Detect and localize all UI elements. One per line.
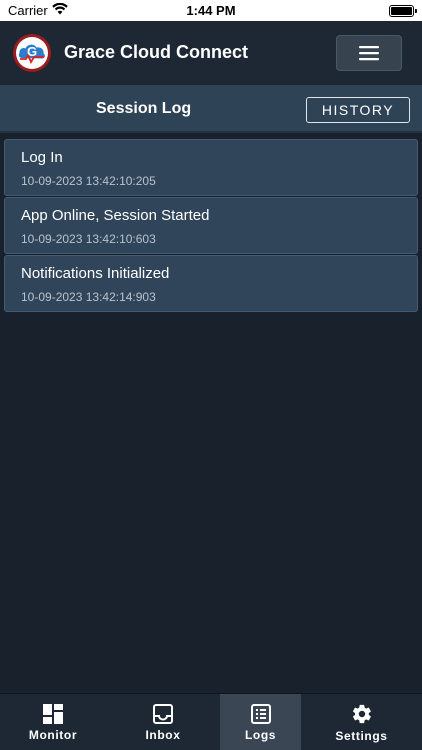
- log-list: Log In 10-09-2023 13:42:10:205 App Onlin…: [4, 139, 418, 313]
- cloud-logo-icon: G: [13, 34, 51, 72]
- tab-label-inbox: Inbox: [145, 727, 181, 742]
- session-log-header: Session Log HISTORY: [0, 85, 422, 133]
- logo-letter: G: [27, 44, 37, 59]
- gear-icon: [352, 704, 371, 723]
- log-title: Log In: [21, 149, 63, 166]
- app-logo: G: [12, 33, 52, 73]
- log-title: App Online, Session Started: [21, 207, 210, 224]
- tab-settings[interactable]: Settings: [301, 694, 422, 750]
- log-entry[interactable]: Log In 10-09-2023 13:42:10:205: [4, 139, 418, 196]
- app-header: G Grace Cloud Connect: [0, 21, 422, 85]
- status-bar: Carrier 1:44 PM: [0, 0, 422, 21]
- logs-icon: [250, 703, 271, 724]
- page-title: Session Log: [96, 100, 192, 117]
- log-timestamp: 10-09-2023 13:42:10:205: [21, 174, 156, 188]
- tab-label-logs: Logs: [244, 727, 277, 742]
- battery-icon: [389, 5, 417, 17]
- tab-label-settings: Settings: [335, 728, 388, 743]
- hamburger-menu-icon: [359, 46, 379, 61]
- tab-label-monitor: Monitor: [28, 727, 78, 742]
- tab-logs[interactable]: Logs: [220, 694, 301, 750]
- log-timestamp: 10-09-2023 13:42:10:603: [21, 232, 156, 246]
- log-entry[interactable]: Notifications Initialized 10-09-2023 13:…: [4, 255, 418, 312]
- log-entry[interactable]: App Online, Session Started 10-09-2023 1…: [4, 197, 418, 254]
- log-title: Notifications Initialized: [21, 265, 170, 282]
- log-timestamp: 10-09-2023 13:42:14:903: [21, 290, 156, 304]
- menu-button[interactable]: [336, 35, 402, 71]
- inbox-icon: [153, 703, 173, 724]
- bottom-tab-bar: Monitor Inbox Logs Settings: [0, 693, 422, 750]
- dashboard-icon: [43, 703, 63, 724]
- app-screen: Carrier 1:44 PM G Grace Cloud Connect Se…: [0, 0, 422, 750]
- tab-monitor[interactable]: Monitor: [0, 694, 106, 750]
- history-button[interactable]: HISTORY: [306, 97, 410, 123]
- tab-inbox[interactable]: Inbox: [106, 694, 220, 750]
- status-time: 1:44 PM: [186, 3, 236, 18]
- app-title: Grace Cloud Connect: [64, 42, 249, 62]
